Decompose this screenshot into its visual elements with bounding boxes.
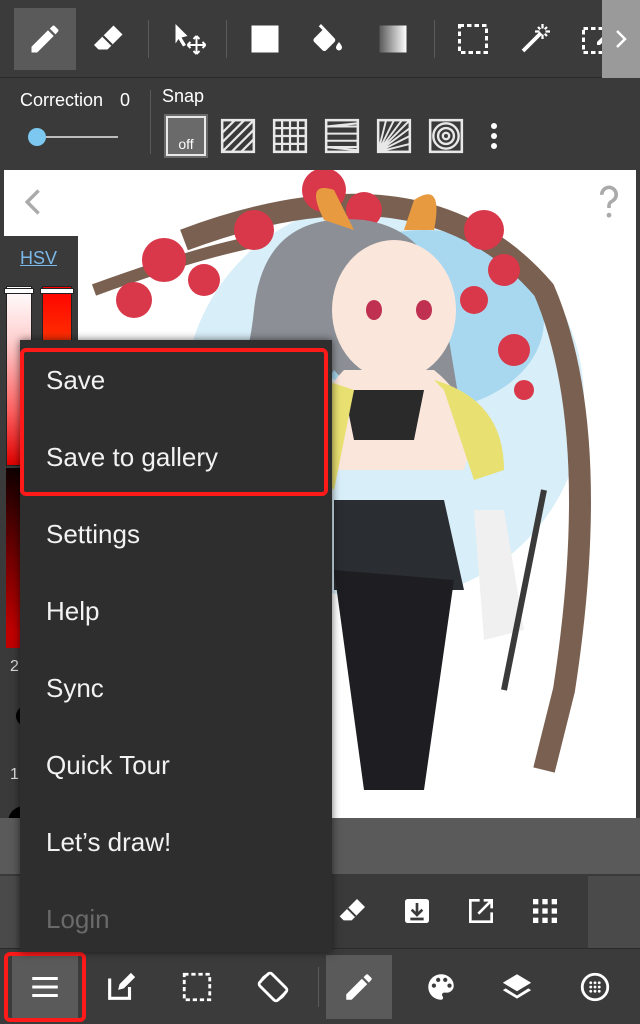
menu-item-settings[interactable]: Settings	[20, 496, 332, 573]
grid-toggle-button[interactable]	[522, 888, 568, 934]
palette-icon	[428, 974, 454, 1000]
brush-size-value: 2	[10, 658, 19, 675]
hsv-mode-link[interactable]: HSV	[20, 248, 57, 269]
gradient-icon	[379, 25, 407, 53]
toolbar-separator	[434, 20, 435, 58]
menu-item-help[interactable]: Help	[20, 573, 332, 650]
rotate-icon	[257, 971, 289, 1003]
filled-square-icon	[251, 25, 279, 53]
bottom-toolbar-separator	[318, 967, 319, 1007]
fill-rect-tool-button[interactable]	[234, 8, 296, 70]
palette-button[interactable]	[408, 955, 474, 1019]
menu-item-save-to-gallery[interactable]: Save to gallery	[20, 419, 332, 496]
correction-label: Correction	[20, 90, 104, 110]
magic-wand-tool-button[interactable]	[504, 8, 566, 70]
correction-value: 0	[120, 90, 131, 110]
edit-icon	[108, 972, 136, 1000]
menu-item-login: Login	[46, 904, 110, 934]
eraser-icon	[339, 899, 365, 921]
selection-icon	[182, 972, 212, 1002]
rotate-canvas-button[interactable]	[240, 955, 306, 1019]
snap-perspective-button[interactable]	[320, 114, 364, 158]
layers-icon	[502, 974, 532, 999]
quick-eraser-button[interactable]	[330, 888, 376, 934]
toolbar-scroll-button[interactable]	[602, 0, 640, 78]
bottom-toolbar	[0, 948, 640, 1024]
more-vertical-icon	[491, 123, 497, 149]
import-button[interactable]	[394, 888, 440, 934]
marquee-icon	[458, 24, 488, 54]
share-icon	[469, 899, 493, 923]
menu-item-sync[interactable]: Sync	[20, 650, 332, 727]
perspective-snap-icon	[324, 118, 360, 154]
canvas-back-icon[interactable]	[20, 186, 48, 218]
import-icon	[405, 899, 429, 923]
snap-off-icon: off	[166, 116, 206, 156]
share-button[interactable]	[458, 888, 504, 934]
menu-item-save[interactable]: Save	[20, 342, 332, 419]
chevron-right-icon	[616, 30, 627, 48]
top-toolbar	[0, 0, 640, 78]
correction-slider[interactable]	[28, 128, 118, 146]
select-tool-button[interactable]	[442, 8, 504, 70]
opacity-value: 1	[10, 766, 19, 783]
options-separator	[150, 90, 151, 154]
move-tool-button[interactable]	[158, 8, 220, 70]
toolbar-separator	[226, 20, 227, 58]
menu-item-quick-tour[interactable]: Quick Tour	[20, 727, 332, 804]
slider-thumb[interactable]	[28, 128, 46, 146]
brush-size-icon	[580, 972, 610, 1002]
snap-radial-button[interactable]	[372, 114, 416, 158]
bucket-tool-button[interactable]	[296, 8, 358, 70]
snap-label: Snap	[162, 86, 205, 106]
help-icon[interactable]	[594, 184, 624, 220]
quick-toolbar	[330, 876, 588, 948]
grid-dots-icon	[533, 899, 557, 923]
pencil-icon	[346, 974, 372, 1000]
snap-grid-button[interactable]	[268, 114, 312, 158]
brush-size-button[interactable]	[562, 955, 628, 1019]
eraser-tool-button[interactable]	[78, 8, 140, 70]
menu-item-lets-draw[interactable]: Let’s draw!	[20, 804, 332, 881]
slider-track	[38, 136, 118, 138]
magic-wand-icon	[521, 24, 550, 53]
selection-button[interactable]	[164, 955, 230, 1019]
hue-thumb[interactable]	[40, 288, 74, 294]
tool-options-bar: Correction 0 Snap off	[0, 78, 640, 168]
options-more-button[interactable]	[482, 118, 506, 154]
brush-button[interactable]	[326, 955, 392, 1019]
snap-off-button[interactable]: off	[164, 114, 208, 158]
concentric-snap-icon	[428, 118, 464, 154]
parallel-snap-icon	[220, 118, 256, 154]
paint-bucket-icon	[313, 24, 342, 52]
eraser-icon	[94, 25, 123, 50]
menu-button-highlight	[4, 952, 86, 1022]
radial-snap-icon	[376, 118, 412, 154]
toolbar-separator	[148, 20, 149, 58]
pencil-icon	[31, 25, 59, 53]
edit-button[interactable]	[88, 955, 154, 1019]
gradient-tool-button[interactable]	[362, 8, 424, 70]
layers-button[interactable]	[484, 955, 550, 1019]
saturation-thumb[interactable]	[4, 288, 34, 294]
snap-concentric-button[interactable]	[424, 114, 468, 158]
grid-snap-icon	[272, 118, 308, 154]
main-menu-popup: Save Save to gallery Settings Help Sync …	[20, 340, 332, 952]
pen-tool-button[interactable]	[14, 8, 76, 70]
snap-off-text: off	[178, 136, 194, 152]
snap-parallel-button[interactable]	[216, 114, 260, 158]
move-cursor-icon	[175, 24, 207, 55]
